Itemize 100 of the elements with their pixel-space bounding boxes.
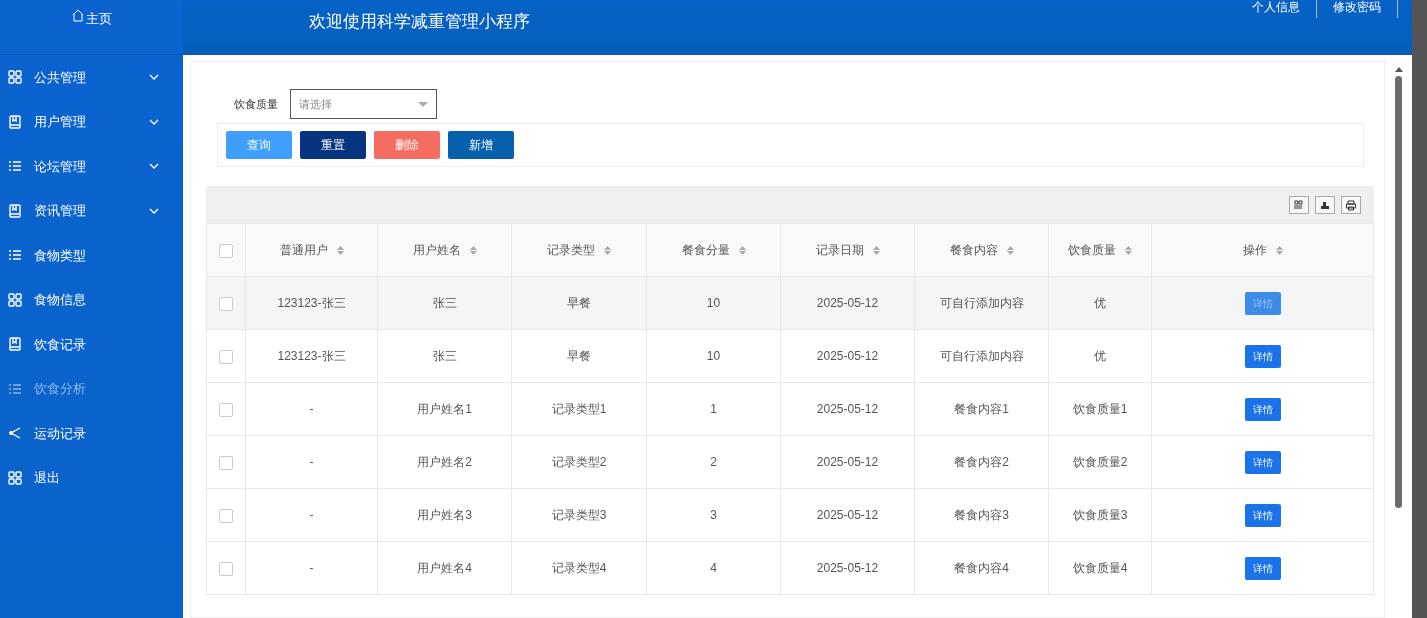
table-cell: 饮食质量2 (1072, 455, 1128, 469)
book-icon (8, 337, 22, 352)
table-cell: 2025-05-12 (816, 349, 879, 363)
table-cell: 2025-05-12 (816, 561, 879, 575)
table-cell: - (309, 455, 314, 469)
list-icon (8, 159, 22, 174)
table-cell: 3 (710, 508, 717, 522)
add-button[interactable]: 新增 (448, 131, 514, 159)
header-link[interactable]: 个人信息 (1236, 0, 1317, 18)
sort-icon[interactable] (1275, 246, 1283, 256)
table-cell: 饮食质量1 (1072, 402, 1128, 416)
table-cell: 用户姓名2 (417, 455, 472, 469)
table-cell: 1 (710, 402, 717, 416)
table-cell: 餐食内容4 (954, 561, 1009, 575)
table-cell: - (309, 508, 314, 522)
table-cell: 餐食内容3 (954, 508, 1009, 522)
sort-icon[interactable] (738, 246, 746, 256)
print-button[interactable] (1341, 195, 1361, 214)
sort-icon[interactable] (604, 246, 611, 256)
table-cell: 2025-05-12 (816, 296, 879, 310)
dropdown-caret-icon (418, 101, 428, 107)
columns-button[interactable] (1289, 195, 1309, 214)
sort-icon[interactable] (469, 246, 477, 256)
table-cell: 2025-05-12 (816, 402, 879, 416)
sort-icon[interactable] (1125, 246, 1132, 256)
sidebar-item[interactable]: 公共管理 (0, 55, 183, 100)
column-header[interactable]: 用户姓名 (412, 243, 461, 257)
row-checkbox[interactable] (219, 455, 233, 470)
sidebar-item[interactable]: 食物信息 (0, 277, 183, 322)
page-title: 欢迎使用科学减重管理小程序 (309, 11, 531, 33)
sidebar-item[interactable]: 退出 (0, 455, 183, 500)
table-cell: 餐食内容1 (954, 402, 1009, 416)
row-checkbox[interactable] (219, 349, 233, 364)
sidebar-item[interactable]: 食物类型 (0, 233, 183, 278)
details-button[interactable]: 详情 (1244, 503, 1281, 527)
sidebar-item[interactable]: 资讯管理 (0, 188, 183, 233)
scroll-up-icon[interactable] (1394, 67, 1403, 72)
select-field[interactable]: 请选择 (290, 89, 437, 119)
table-cell: 早餐 (567, 349, 591, 363)
details-button[interactable]: 详情 (1244, 556, 1281, 580)
table-cell: 2025-05-12 (816, 508, 879, 522)
grid-icon (8, 292, 22, 307)
grid-icon (8, 70, 22, 85)
column-header[interactable]: 餐食分量 (681, 243, 730, 257)
sort-icon[interactable] (872, 246, 880, 256)
column-header[interactable]: 记录类型 (547, 243, 595, 257)
details-button[interactable]: 详情 (1244, 450, 1281, 474)
row-checkbox[interactable] (219, 561, 233, 576)
table-cell: 4 (710, 561, 717, 575)
row-checkbox[interactable] (219, 296, 233, 311)
column-header[interactable]: 操作 (1242, 243, 1267, 257)
table-cell: 用户姓名1 (417, 402, 472, 416)
table-cell: 可自行添加内容 (939, 349, 1024, 363)
table-cell: 饮食质量3 (1072, 508, 1128, 522)
scrollbar-thumb[interactable] (1395, 76, 1402, 508)
table-cell: 优 (1094, 349, 1106, 363)
table-cell: 记录类型1 (551, 402, 607, 416)
header-link[interactable]: 修改密码 (1317, 0, 1398, 18)
table-cell: 张三 (432, 349, 457, 363)
sidebar-item[interactable]: 运动记录 (0, 411, 183, 456)
column-header[interactable]: 记录日期 (815, 243, 864, 257)
column-header[interactable]: 普通用户 (279, 243, 328, 257)
table-cell: 123123-张三 (277, 296, 346, 310)
table-cell: 饮食质量4 (1072, 561, 1128, 575)
table-cell: - (309, 561, 314, 575)
table-cell: 2 (710, 455, 717, 469)
table-cell: 早餐 (567, 296, 591, 310)
filter-label: 饮食质量 (234, 96, 278, 112)
details-button[interactable]: 详情 (1244, 397, 1281, 421)
home-icon (71, 9, 84, 22)
row-checkbox[interactable] (219, 508, 233, 523)
reset-button[interactable]: 重置 (300, 131, 366, 159)
select-all-checkbox[interactable] (219, 243, 233, 258)
delete-button[interactable]: 删除 (374, 131, 440, 159)
table-cell: 记录类型4 (551, 561, 607, 575)
table-cell: 记录类型3 (551, 508, 607, 522)
share-icon (8, 426, 22, 441)
sidebar-item[interactable]: 饮食分析 (0, 366, 183, 411)
sort-icon[interactable] (336, 246, 344, 256)
list-icon (8, 248, 22, 263)
book-icon (8, 114, 22, 129)
export-button[interactable] (1315, 195, 1335, 214)
details-button[interactable]: 详情 (1244, 344, 1281, 368)
list-icon (8, 381, 22, 396)
table-cell: 张三 (432, 296, 457, 310)
table-cell: 10 (706, 296, 721, 310)
sidebar-item[interactable]: 用户管理 (0, 99, 183, 144)
table-cell: 2025-05-12 (816, 455, 879, 469)
sidebar-item[interactable]: 饮食记录 (0, 322, 183, 367)
table-cell: - (309, 402, 314, 416)
table-cell: 餐食内容2 (954, 455, 1009, 469)
table-cell: 优 (1094, 296, 1106, 310)
column-header[interactable]: 餐食内容 (949, 243, 998, 257)
book-icon (8, 203, 22, 218)
column-header[interactable]: 饮食质量 (1068, 243, 1116, 257)
table-cell: 可自行添加内容 (939, 296, 1024, 310)
sort-icon[interactable] (1006, 246, 1014, 256)
sidebar-item[interactable]: 论坛管理 (0, 144, 183, 189)
row-checkbox[interactable] (219, 402, 233, 417)
table-cell: 用户姓名3 (417, 508, 472, 522)
